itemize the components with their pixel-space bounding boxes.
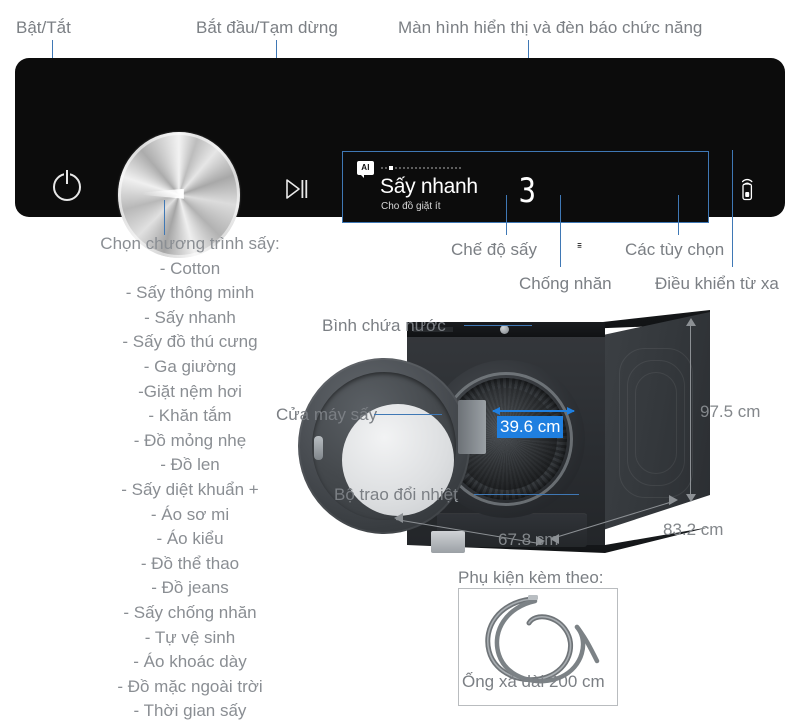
- width-arrow-left: [394, 513, 403, 523]
- leader-door: [374, 414, 442, 415]
- progress-dot: [385, 167, 387, 169]
- progress-dot: [389, 166, 393, 170]
- door-hinge: [458, 400, 486, 454]
- height-dimension-line: [690, 322, 691, 500]
- door-latch: [314, 436, 323, 460]
- program-list-item: - Sấy đồ thú cưng: [122, 332, 258, 352]
- control-panel: AI Sấy nhanh Cho đồ giặt ít 3: [15, 58, 785, 258]
- callout-door-label: Cửa máy sấy: [276, 405, 378, 424]
- door-opening-arrow: [492, 407, 575, 415]
- program-list-item: - Tự vệ sinh: [144, 627, 236, 647]
- water-tank-knob[interactable]: [500, 325, 510, 334]
- progress-dot: [423, 167, 425, 169]
- progress-dot: [447, 167, 449, 169]
- progress-dot: [435, 167, 437, 169]
- leader-heat-exchanger: [474, 494, 579, 495]
- program-list-item: - Đồ mỏng nhẹ: [133, 430, 247, 450]
- program-list-item: - Áo khoác dày: [133, 652, 247, 672]
- progress-dot: [407, 167, 409, 169]
- program-list: Chọn chương trình sấy: - Cotton - Sấy thô…: [60, 232, 320, 722]
- front-label-plate: [431, 531, 465, 553]
- progress-dot: [419, 167, 421, 169]
- display-program-name: Sấy nhanh: [380, 175, 478, 198]
- callout-power-label: Bật/Tắt: [16, 18, 71, 37]
- program-list-item: - Sấy thông minh: [125, 283, 255, 303]
- program-list-item: - Đồ mặc ngoài trời: [117, 676, 263, 696]
- leader-water-tank: [464, 325, 532, 326]
- depth-arrow-left: [550, 534, 559, 544]
- leader-remote: [732, 150, 733, 267]
- accessory-caption: Ống xả dài 200 cm: [462, 672, 605, 691]
- program-list-item: - Sấy nhanh: [144, 307, 236, 327]
- progress-dot: [443, 167, 445, 169]
- ai-badge: AI: [357, 161, 374, 178]
- program-list-item: - Đồ jeans: [151, 578, 229, 598]
- dryer-door[interactable]: [298, 358, 470, 534]
- play-pause-icon[interactable]: [283, 176, 309, 202]
- callout-dry-mode-label: Chế độ sấy: [451, 240, 537, 259]
- progress-dot: [381, 167, 383, 169]
- callout-options-label: Các tùy chọn: [625, 240, 725, 259]
- depth-dimension-value: 83.2 cm: [663, 520, 724, 539]
- progress-dots: [381, 166, 516, 170]
- depth-arrow-right: [669, 495, 678, 505]
- display-screen: AI Sấy nhanh Cho đồ giặt ít 3: [342, 151, 709, 223]
- program-list-item: - Ga giường: [143, 356, 237, 376]
- program-list-item: - Đồ len: [160, 455, 220, 475]
- progress-dot: [439, 167, 441, 169]
- leader-dry-mode: [506, 195, 507, 235]
- program-list-item: -Giặt nệm hơi: [138, 381, 242, 401]
- progress-dot: [399, 167, 401, 169]
- anti-crease-icon[interactable]: [566, 232, 586, 252]
- leader-program-selector: [164, 200, 165, 235]
- height-arrow-top: [686, 318, 696, 326]
- leader-anti-crease: [560, 195, 561, 267]
- leader-options: [678, 195, 679, 235]
- callout-display-label: Màn hình hiển thị và đèn báo chức năng: [398, 18, 703, 37]
- progress-dot: [411, 167, 413, 169]
- program-list-title: Chọn chương trình sấy:: [100, 234, 280, 253]
- progress-dot: [455, 167, 457, 169]
- callout-anti-crease-label: Chống nhăn: [519, 274, 612, 293]
- progress-dot: [451, 167, 453, 169]
- callout-start-pause-label: Bắt đầu/Tạm dừng: [196, 18, 338, 37]
- display-program-subtitle: Cho đồ giặt ít: [381, 201, 441, 212]
- remote-control-icon[interactable]: [737, 173, 757, 201]
- progress-dot: [427, 167, 429, 169]
- callout-remote-label: Điều khiển từ xa: [655, 274, 779, 293]
- program-list-item: - Đồ thể thao: [140, 553, 240, 573]
- progress-dot: [415, 167, 417, 169]
- callout-water-tank-label: Bình chứa nước: [322, 316, 446, 335]
- display-time-digit: 3: [518, 171, 538, 211]
- program-list-item: - Sấy chống nhăn: [123, 602, 257, 622]
- progress-dot: [431, 167, 433, 169]
- progress-dot: [403, 167, 405, 169]
- callout-heat-exchanger-label: Bộ trao đổi nhiệt: [334, 485, 458, 504]
- height-arrow-bottom: [686, 494, 696, 502]
- program-list-item: - Cotton: [159, 258, 221, 278]
- power-icon[interactable]: [53, 170, 81, 201]
- program-list-item: - Áo sơ mi: [150, 504, 230, 524]
- door-opening-value: 39.6 cm: [497, 416, 564, 438]
- program-list-item: - Áo kiểu: [156, 529, 224, 549]
- progress-dot: [459, 167, 461, 169]
- accessory-title: Phụ kiện kèm theo:: [458, 568, 604, 587]
- program-list-item: - Sấy diệt khuẩn +: [121, 479, 259, 499]
- dryer-infographic: Bật/Tắt Bắt đầu/Tạm dừng Màn hình hiển t…: [0, 0, 800, 722]
- height-dimension-value: 97.5 cm: [700, 402, 761, 421]
- program-list-item: - Thời gian sấy: [133, 701, 247, 721]
- progress-dot: [395, 167, 397, 169]
